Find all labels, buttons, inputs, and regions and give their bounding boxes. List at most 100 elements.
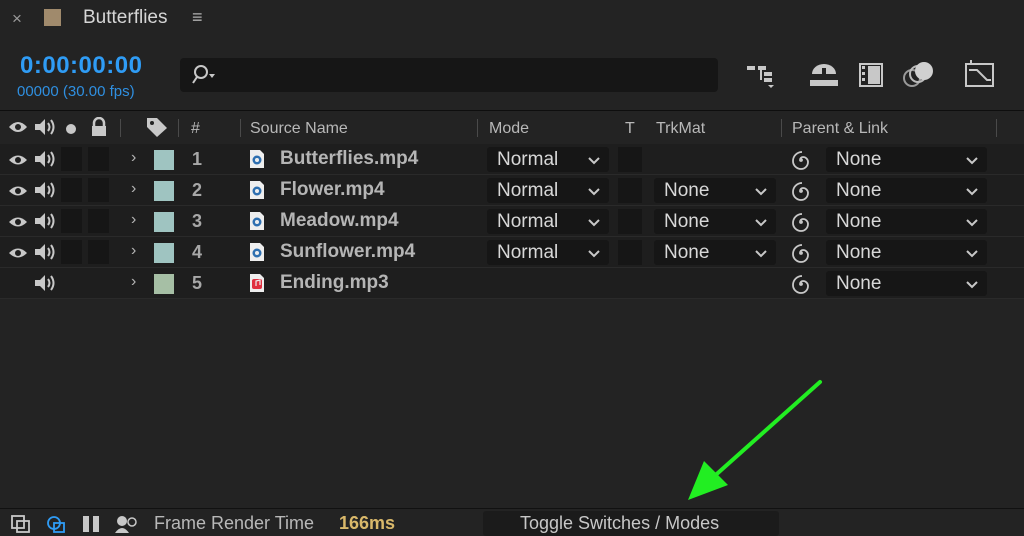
layer-row[interactable]: › 5 Ending.mp3 None xyxy=(0,268,1024,299)
motion-blur-icon[interactable] xyxy=(902,58,936,95)
draft-3d-icon[interactable] xyxy=(808,58,840,95)
column-t[interactable]: T xyxy=(625,120,635,138)
close-tab-button[interactable]: × xyxy=(12,9,22,29)
toggle-switches-modes-button[interactable]: Toggle Switches / Modes xyxy=(483,511,779,536)
layer-name[interactable]: Flower.mp4 xyxy=(280,179,385,201)
video-visibility-icon[interactable] xyxy=(8,246,28,265)
preserve-transparency-switch[interactable] xyxy=(618,240,642,265)
layer-name[interactable]: Butterflies.mp4 xyxy=(280,148,418,170)
current-time-display[interactable]: 0:00:00:00 xyxy=(20,52,142,80)
frame-render-time-label: Frame Render Time xyxy=(154,513,315,533)
blend-mode-dropdown[interactable]: Normal xyxy=(487,240,609,265)
chevron-down-icon xyxy=(965,153,979,171)
layer-row[interactable]: › 2 Flower.mp4 Normal None None xyxy=(0,175,1024,206)
lock-switch[interactable] xyxy=(88,147,109,171)
solo-switch[interactable] xyxy=(61,147,82,171)
layer-label-color[interactable] xyxy=(154,212,174,232)
eye-icon[interactable] xyxy=(8,119,28,140)
expand-chevron-icon[interactable]: › xyxy=(131,242,136,260)
parent-pickwhip-icon[interactable] xyxy=(790,242,812,269)
layer-name[interactable]: Meadow.mp4 xyxy=(280,210,399,232)
lock-switch[interactable] xyxy=(88,240,109,264)
audio-toggle-icon[interactable] xyxy=(33,242,57,267)
video-file-icon xyxy=(249,180,265,205)
solo-switch[interactable] xyxy=(61,178,82,202)
layer-row[interactable]: › 1 Butterflies.mp4 Normal None xyxy=(0,144,1024,175)
frame-blending-icon[interactable] xyxy=(856,58,888,95)
preserve-transparency-switch[interactable] xyxy=(618,178,642,203)
parent-pickwhip-icon[interactable] xyxy=(790,149,812,176)
audio-file-icon xyxy=(249,273,265,298)
layer-label-color[interactable] xyxy=(154,150,174,170)
layer-number: 5 xyxy=(192,273,203,293)
blend-mode-dropdown[interactable]: Normal xyxy=(487,147,609,172)
parent-pickwhip-icon[interactable] xyxy=(790,211,812,238)
parent-link-dropdown[interactable]: None xyxy=(826,240,987,265)
chevron-down-icon xyxy=(587,215,601,233)
layer-label-color[interactable] xyxy=(154,274,174,294)
layer-switches-pane-icon[interactable] xyxy=(10,514,32,536)
parent-pickwhip-icon[interactable] xyxy=(790,273,812,300)
video-visibility-icon[interactable] xyxy=(8,153,28,172)
audio-toggle-icon[interactable] xyxy=(33,149,57,174)
expand-chevron-icon[interactable]: › xyxy=(131,211,136,229)
label-tag-icon[interactable] xyxy=(145,116,169,143)
expand-chevron-icon[interactable]: › xyxy=(131,149,136,167)
chevron-down-icon xyxy=(965,277,979,295)
layer-row[interactable]: › 3 Meadow.mp4 Normal None None xyxy=(0,206,1024,237)
layer-name[interactable]: Ending.mp3 xyxy=(280,272,389,294)
parent-link-dropdown[interactable]: None xyxy=(826,209,987,234)
audio-toggle-icon[interactable] xyxy=(33,273,57,298)
chevron-down-icon xyxy=(754,215,768,233)
solo-icon[interactable] xyxy=(65,122,77,140)
render-time-pane-icon[interactable] xyxy=(114,514,138,536)
parent-link-dropdown[interactable]: None xyxy=(826,178,987,203)
composition-flowchart-icon[interactable] xyxy=(746,58,778,95)
expand-chevron-icon[interactable]: › xyxy=(131,180,136,198)
blend-mode-dropdown[interactable]: Normal xyxy=(487,209,609,234)
solo-switch[interactable] xyxy=(61,209,82,233)
modes-pane-icon[interactable] xyxy=(45,514,67,536)
layer-search-field[interactable] xyxy=(180,58,718,92)
audio-toggle-icon[interactable] xyxy=(33,211,57,236)
layer-label-color[interactable] xyxy=(154,181,174,201)
panel-menu-button[interactable]: ≡ xyxy=(192,7,203,28)
search-icon[interactable] xyxy=(192,64,220,91)
video-visibility-icon[interactable] xyxy=(8,184,28,203)
frame-render-time-value: 166ms xyxy=(339,513,396,533)
expand-chevron-icon[interactable]: › xyxy=(131,273,136,291)
preserve-transparency-switch[interactable] xyxy=(618,209,642,234)
parent-link-dropdown[interactable]: None xyxy=(826,147,987,172)
parent-pickwhip-icon[interactable] xyxy=(790,180,812,207)
column-number[interactable]: # xyxy=(191,120,200,138)
layer-row[interactable]: › 4 Sunflower.mp4 Normal None None xyxy=(0,237,1024,268)
lock-switch[interactable] xyxy=(88,178,109,202)
track-matte-dropdown[interactable]: None xyxy=(654,209,776,234)
lock-switch[interactable] xyxy=(88,209,109,233)
column-parent-link[interactable]: Parent & Link xyxy=(792,120,888,138)
column-source-name[interactable]: Source Name xyxy=(250,120,348,138)
graph-editor-icon[interactable] xyxy=(963,58,997,95)
column-trkmat[interactable]: TrkMat xyxy=(656,120,705,138)
track-matte-dropdown[interactable]: None xyxy=(654,178,776,203)
preserve-transparency-switch[interactable] xyxy=(618,147,642,172)
layer-name[interactable]: Sunflower.mp4 xyxy=(280,241,415,263)
chevron-down-icon xyxy=(965,246,979,264)
track-matte-dropdown[interactable]: None xyxy=(654,240,776,265)
composition-tab-title[interactable]: Butterflies xyxy=(83,7,167,29)
column-mode[interactable]: Mode xyxy=(489,120,529,138)
layer-label-color[interactable] xyxy=(154,243,174,263)
solo-switch[interactable] xyxy=(61,240,82,264)
blend-mode-dropdown[interactable]: Normal xyxy=(487,178,609,203)
chevron-down-icon xyxy=(587,246,601,264)
video-visibility-icon[interactable] xyxy=(8,215,28,234)
chevron-down-icon xyxy=(965,215,979,233)
lock-icon[interactable] xyxy=(90,116,108,142)
chevron-down-icon xyxy=(587,153,601,171)
speaker-icon[interactable] xyxy=(33,117,57,142)
parent-link-dropdown[interactable]: None xyxy=(826,271,987,296)
in-out-pane-icon[interactable] xyxy=(80,514,102,536)
chevron-down-icon xyxy=(965,184,979,202)
layer-number: 3 xyxy=(192,211,203,231)
audio-toggle-icon[interactable] xyxy=(33,180,57,205)
